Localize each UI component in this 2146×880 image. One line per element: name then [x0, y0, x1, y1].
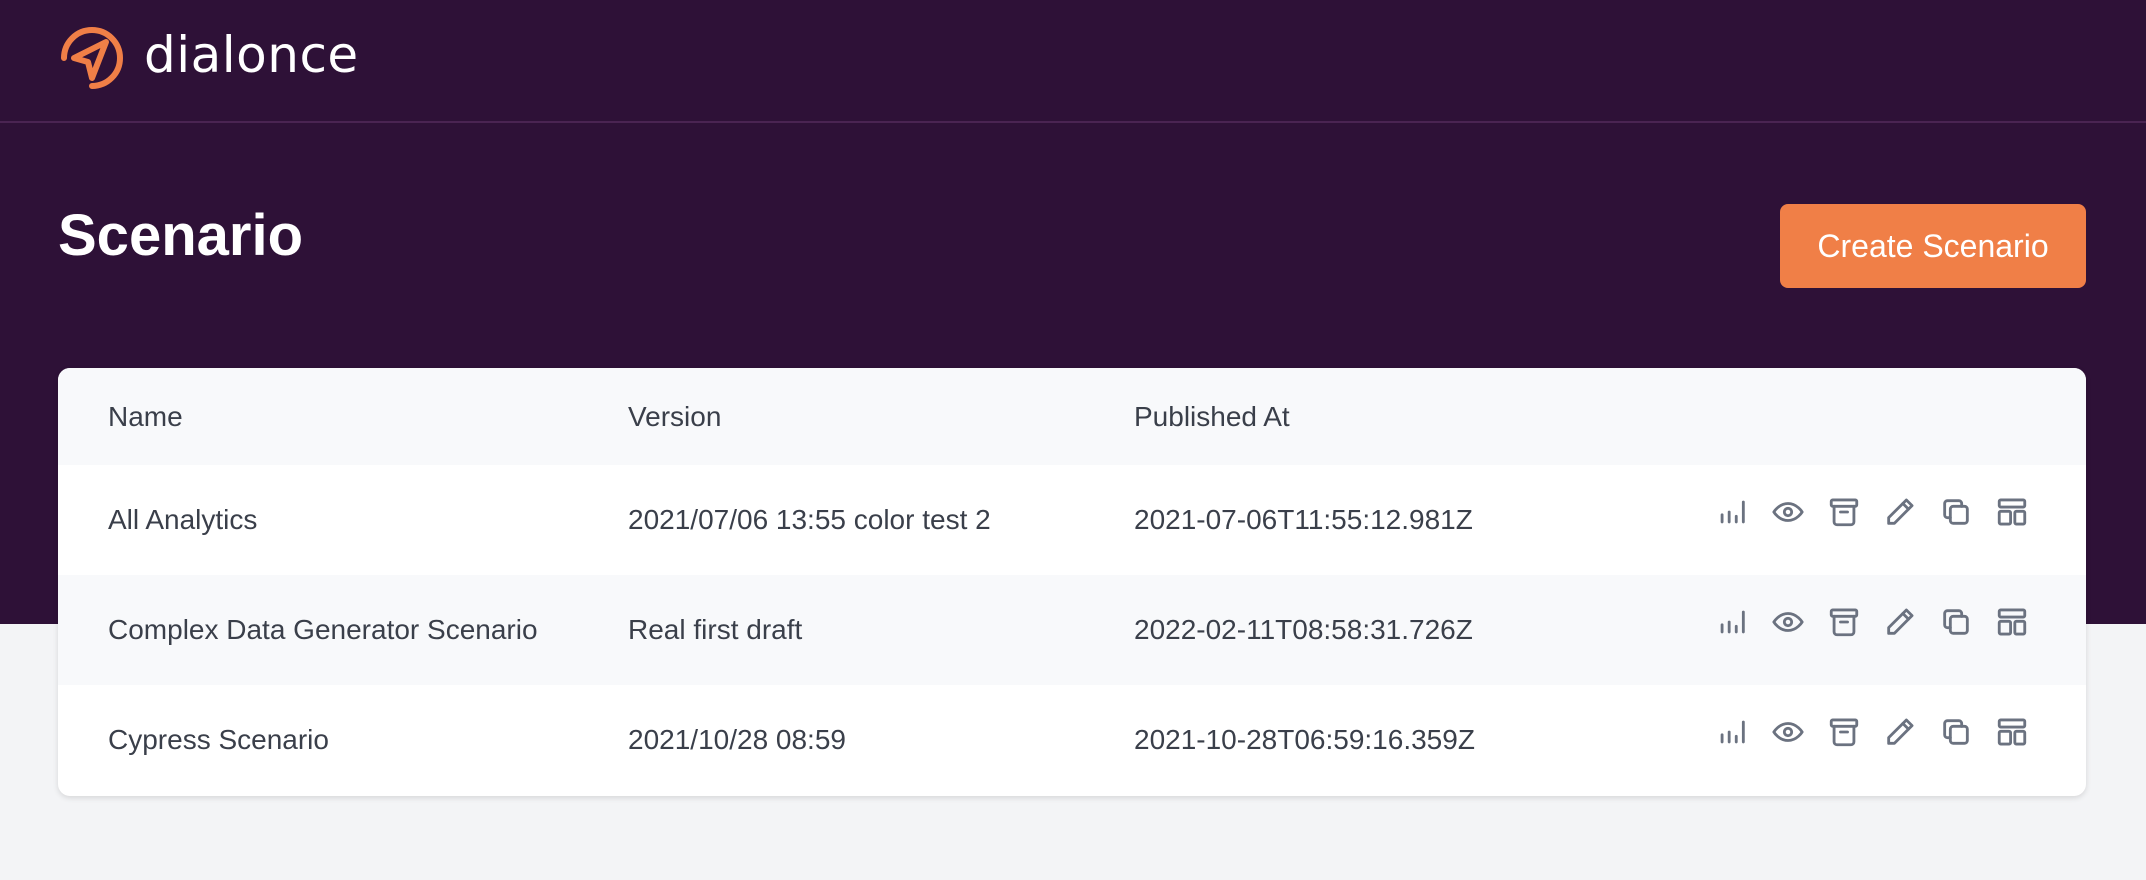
analytics-icon[interactable]	[1714, 714, 1750, 750]
view-icon[interactable]	[1770, 494, 1806, 530]
layout-icon[interactable]	[1994, 714, 2030, 750]
archive-icon[interactable]	[1826, 604, 1862, 640]
duplicate-icon[interactable]	[1938, 494, 1974, 530]
scenario-published-at-cell: 2022-02-11T08:58:31.726Z	[1134, 614, 1473, 645]
top-navigation-bar: dialonce	[0, 0, 2146, 123]
table-header-row: Name Version Published At	[58, 368, 2086, 465]
scenario-version-cell: 2021/10/28 08:59	[628, 724, 846, 755]
column-header-name: Name	[108, 400, 183, 432]
row-actions-cell	[1654, 465, 2086, 575]
layout-icon[interactable]	[1994, 604, 2030, 640]
view-icon[interactable]	[1770, 604, 1806, 640]
edit-icon[interactable]	[1882, 714, 1918, 750]
scenario-name-cell: Complex Data Generator Scenario	[108, 614, 538, 645]
create-scenario-button[interactable]: Create Scenario	[1780, 204, 2086, 288]
table-row[interactable]: Cypress Scenario 2021/10/28 08:59 2021-1…	[58, 685, 2086, 795]
edit-icon[interactable]	[1882, 604, 1918, 640]
scenario-published-at-cell: 2021-10-28T06:59:16.359Z	[1134, 724, 1475, 755]
scenario-table-card: Name Version Published At All Analytics …	[58, 368, 2086, 796]
edit-icon[interactable]	[1882, 494, 1918, 530]
row-actions-cell	[1654, 685, 2086, 795]
dialonce-logo-icon	[61, 27, 123, 89]
row-actions	[1714, 714, 2030, 750]
table-row[interactable]: All Analytics 2021/07/06 13:55 color tes…	[58, 465, 2086, 575]
scenario-published-at-cell: 2021-07-06T11:55:12.981Z	[1134, 504, 1473, 535]
analytics-icon[interactable]	[1714, 494, 1750, 530]
duplicate-icon[interactable]	[1938, 714, 1974, 750]
column-header-published-at: Published At	[1134, 400, 1290, 432]
row-actions-cell	[1654, 575, 2086, 685]
analytics-icon[interactable]	[1714, 604, 1750, 640]
scenario-name-cell: All Analytics	[108, 504, 258, 535]
brand-name: dialonce	[144, 26, 359, 84]
page-title: Scenario	[58, 203, 303, 268]
view-icon[interactable]	[1770, 714, 1806, 750]
brand-logo[interactable]: dialonce	[56, 22, 359, 94]
archive-icon[interactable]	[1826, 714, 1862, 750]
scenario-name-cell: Cypress Scenario	[108, 724, 329, 755]
row-actions	[1714, 494, 2030, 530]
archive-icon[interactable]	[1826, 494, 1862, 530]
scenario-version-cell: Real first draft	[628, 614, 803, 645]
row-actions	[1714, 604, 2030, 640]
scenario-version-cell: 2021/07/06 13:55 color test 2	[628, 504, 991, 535]
layout-icon[interactable]	[1994, 494, 2030, 530]
table-row[interactable]: Complex Data Generator Scenario Real fir…	[58, 575, 2086, 685]
scenario-table: Name Version Published At All Analytics …	[58, 368, 2086, 795]
duplicate-icon[interactable]	[1938, 604, 1974, 640]
column-header-actions	[1654, 368, 2086, 465]
column-header-version: Version	[628, 400, 722, 432]
